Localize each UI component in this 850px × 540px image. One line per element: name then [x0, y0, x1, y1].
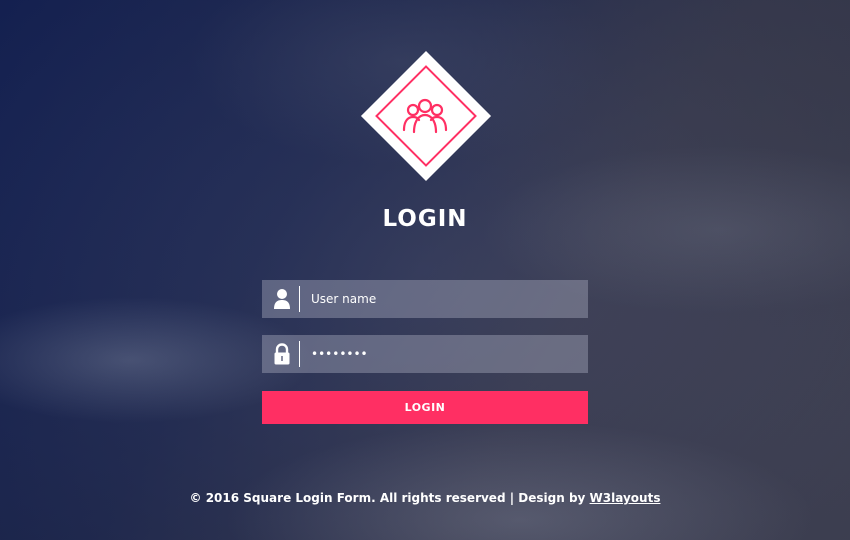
field-divider: [299, 341, 300, 367]
user-icon: [274, 289, 290, 309]
users-group-icon: [402, 98, 448, 134]
login-button[interactable]: LOGIN: [262, 391, 588, 424]
password-input[interactable]: [311, 335, 581, 373]
footer: © 2016 Square Login Form. All rights res…: [0, 491, 850, 505]
field-divider: [299, 286, 300, 312]
footer-designer-link[interactable]: W3layouts: [590, 491, 661, 505]
username-field[interactable]: [262, 280, 588, 318]
lock-icon: [274, 343, 290, 365]
footer-copyright: © 2016 Square Login Form. All rights res…: [189, 491, 590, 505]
page-title: LOGIN: [382, 206, 468, 232]
password-field[interactable]: [262, 335, 588, 373]
username-input[interactable]: [311, 280, 581, 318]
